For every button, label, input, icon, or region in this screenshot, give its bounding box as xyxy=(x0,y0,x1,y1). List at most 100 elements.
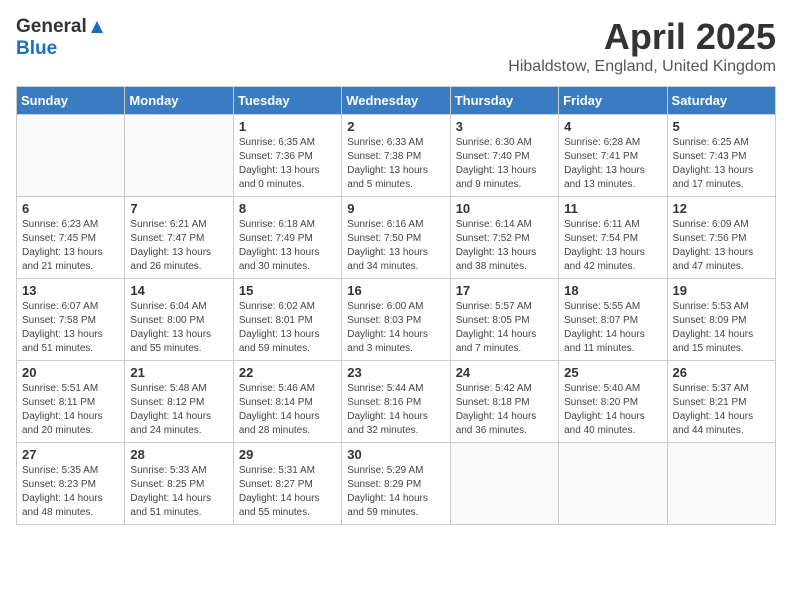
day-info: Sunrise: 5:51 AMSunset: 8:11 PMDaylight:… xyxy=(22,382,119,438)
week-row-3: 13Sunrise: 6:07 AMSunset: 7:58 PMDayligh… xyxy=(17,279,776,361)
calendar-cell: 6Sunrise: 6:23 AMSunset: 7:45 PMDaylight… xyxy=(17,197,125,279)
calendar-cell: 22 Sunrise: 5:46 AMSunset: 8:14 PMDayligh… xyxy=(233,361,341,443)
day-info: Sunrise: 5:31 AMSunset: 8:27 PMDaylight:… xyxy=(239,464,336,520)
day-number: 8 xyxy=(239,201,336,216)
calendar-subtitle: Hibaldstow, England, United Kingdom xyxy=(508,58,776,76)
day-number: 30 xyxy=(347,447,444,462)
day-number: 7 xyxy=(130,201,227,216)
day-info: Sunrise: 5:42 AMSunset: 8:18 PMDaylight:… xyxy=(456,382,553,438)
day-info: Sunrise: 5:57 AMSunset: 8:05 PMDaylight:… xyxy=(456,300,553,356)
calendar-cell: 29 Sunrise: 5:31 AMSunset: 8:27 PMDayligh… xyxy=(233,443,341,525)
day-number: 18 xyxy=(564,283,661,298)
week-row-5: 27 Sunrise: 5:35 AMSunset: 8:23 PMDayligh… xyxy=(17,443,776,525)
day-info: Sunrise: 5:44 AMSunset: 8:16 PMDaylight:… xyxy=(347,382,444,438)
day-info: Sunrise: 5:46 AMSunset: 8:14 PMDaylight:… xyxy=(239,382,336,438)
day-number: 5 xyxy=(673,119,770,134)
calendar-cell: 24Sunrise: 5:42 AMSunset: 8:18 PMDayligh… xyxy=(450,361,558,443)
day-number: 28 xyxy=(130,447,227,462)
day-info: Sunrise: 6:33 AMSunset: 7:38 PMDaylight:… xyxy=(347,136,444,192)
calendar-cell xyxy=(559,443,667,525)
calendar-cell: 3 Sunrise: 6:30 AMSunset: 7:40 PMDaylight… xyxy=(450,115,558,197)
day-number: 3 xyxy=(456,119,553,134)
calendar-cell: 7Sunrise: 6:21 AMSunset: 7:47 PMDaylight… xyxy=(125,197,233,279)
header-day-wednesday: Wednesday xyxy=(342,87,450,115)
calendar-title: April 2025 xyxy=(508,16,776,58)
day-number: 19 xyxy=(673,283,770,298)
day-number: 17 xyxy=(456,283,553,298)
calendar-cell: 27 Sunrise: 5:35 AMSunset: 8:23 PMDayligh… xyxy=(17,443,125,525)
day-info: Sunrise: 5:40 AMSunset: 8:20 PMDaylight:… xyxy=(564,382,661,438)
calendar-cell: 9 Sunrise: 6:16 AMSunset: 7:50 PMDaylight… xyxy=(342,197,450,279)
day-number: 14 xyxy=(130,283,227,298)
day-number: 27 xyxy=(22,447,119,462)
day-number: 22 xyxy=(239,365,336,380)
calendar-cell: 23 Sunrise: 5:44 AMSunset: 8:16 PMDayligh… xyxy=(342,361,450,443)
day-number: 1 xyxy=(239,119,336,134)
day-number: 20 xyxy=(22,365,119,380)
day-info: Sunrise: 6:11 AMSunset: 7:54 PMDaylight:… xyxy=(564,218,661,274)
calendar-body: 1 Sunrise: 6:35 AMSunset: 7:36 PMDaylight… xyxy=(17,115,776,525)
day-info: Sunrise: 6:18 AMSunset: 7:49 PMDaylight:… xyxy=(239,218,336,274)
header-row: SundayMondayTuesdayWednesdayThursdayFrid… xyxy=(17,87,776,115)
week-row-1: 1 Sunrise: 6:35 AMSunset: 7:36 PMDaylight… xyxy=(17,115,776,197)
logo-icon xyxy=(89,19,105,35)
calendar-cell: 14 Sunrise: 6:04 AMSunset: 8:00 PMDayligh… xyxy=(125,279,233,361)
calendar-cell: 12 Sunrise: 6:09 AMSunset: 7:56 PMDayligh… xyxy=(667,197,775,279)
title-section: April 2025 Hibaldstow, England, United K… xyxy=(508,16,776,76)
logo-general: General xyxy=(16,16,87,38)
day-info: Sunrise: 6:09 AMSunset: 7:56 PMDaylight:… xyxy=(673,218,770,274)
day-info: Sunrise: 5:53 AMSunset: 8:09 PMDaylight:… xyxy=(673,300,770,356)
calendar-cell: 8 Sunrise: 6:18 AMSunset: 7:49 PMDaylight… xyxy=(233,197,341,279)
calendar-cell xyxy=(450,443,558,525)
calendar-cell: 13Sunrise: 6:07 AMSunset: 7:58 PMDayligh… xyxy=(17,279,125,361)
day-info: Sunrise: 5:33 AMSunset: 8:25 PMDaylight:… xyxy=(130,464,227,520)
day-number: 29 xyxy=(239,447,336,462)
day-number: 4 xyxy=(564,119,661,134)
day-info: Sunrise: 5:35 AMSunset: 8:23 PMDaylight:… xyxy=(22,464,119,520)
calendar-cell: 4Sunrise: 6:28 AMSunset: 7:41 PMDaylight… xyxy=(559,115,667,197)
calendar-cell xyxy=(667,443,775,525)
day-info: Sunrise: 6:02 AMSunset: 8:01 PMDaylight:… xyxy=(239,300,336,356)
calendar-cell: 15 Sunrise: 6:02 AMSunset: 8:01 PMDayligh… xyxy=(233,279,341,361)
logo: General Blue xyxy=(16,16,105,60)
day-number: 25 xyxy=(564,365,661,380)
day-number: 6 xyxy=(22,201,119,216)
day-number: 15 xyxy=(239,283,336,298)
header-day-tuesday: Tuesday xyxy=(233,87,341,115)
calendar-cell: 1 Sunrise: 6:35 AMSunset: 7:36 PMDaylight… xyxy=(233,115,341,197)
header: General Blue April 2025 Hibaldstow, Engl… xyxy=(16,16,776,76)
day-info: Sunrise: 6:00 AMSunset: 8:03 PMDaylight:… xyxy=(347,300,444,356)
calendar-cell: 21Sunrise: 5:48 AMSunset: 8:12 PMDayligh… xyxy=(125,361,233,443)
header-day-thursday: Thursday xyxy=(450,87,558,115)
calendar-table: SundayMondayTuesdayWednesdayThursdayFrid… xyxy=(16,86,776,525)
calendar-cell: 5 Sunrise: 6:25 AMSunset: 7:43 PMDaylight… xyxy=(667,115,775,197)
calendar-header: SundayMondayTuesdayWednesdayThursdayFrid… xyxy=(17,87,776,115)
day-info: Sunrise: 6:30 AMSunset: 7:40 PMDaylight:… xyxy=(456,136,553,192)
day-number: 23 xyxy=(347,365,444,380)
calendar-cell: 18 Sunrise: 5:55 AMSunset: 8:07 PMDayligh… xyxy=(559,279,667,361)
day-info: Sunrise: 6:35 AMSunset: 7:36 PMDaylight:… xyxy=(239,136,336,192)
week-row-4: 20 Sunrise: 5:51 AMSunset: 8:11 PMDayligh… xyxy=(17,361,776,443)
day-info: Sunrise: 6:25 AMSunset: 7:43 PMDaylight:… xyxy=(673,136,770,192)
calendar-cell: 20 Sunrise: 5:51 AMSunset: 8:11 PMDayligh… xyxy=(17,361,125,443)
day-info: Sunrise: 6:04 AMSunset: 8:00 PMDaylight:… xyxy=(130,300,227,356)
day-info: Sunrise: 6:07 AMSunset: 7:58 PMDaylight:… xyxy=(22,300,119,356)
day-number: 16 xyxy=(347,283,444,298)
calendar-cell: 16 Sunrise: 6:00 AMSunset: 8:03 PMDayligh… xyxy=(342,279,450,361)
day-info: Sunrise: 6:16 AMSunset: 7:50 PMDaylight:… xyxy=(347,218,444,274)
header-day-monday: Monday xyxy=(125,87,233,115)
calendar-cell: 19 Sunrise: 5:53 AMSunset: 8:09 PMDayligh… xyxy=(667,279,775,361)
day-number: 9 xyxy=(347,201,444,216)
week-row-2: 6Sunrise: 6:23 AMSunset: 7:45 PMDaylight… xyxy=(17,197,776,279)
header-day-saturday: Saturday xyxy=(667,87,775,115)
calendar-cell xyxy=(17,115,125,197)
day-info: Sunrise: 5:55 AMSunset: 8:07 PMDaylight:… xyxy=(564,300,661,356)
calendar-cell: 10Sunrise: 6:14 AMSunset: 7:52 PMDayligh… xyxy=(450,197,558,279)
day-info: Sunrise: 6:14 AMSunset: 7:52 PMDaylight:… xyxy=(456,218,553,274)
calendar-cell: 28 Sunrise: 5:33 AMSunset: 8:25 PMDayligh… xyxy=(125,443,233,525)
logo-blue: Blue xyxy=(16,38,57,59)
day-number: 12 xyxy=(673,201,770,216)
calendar-cell: 26Sunrise: 5:37 AMSunset: 8:21 PMDayligh… xyxy=(667,361,775,443)
header-day-friday: Friday xyxy=(559,87,667,115)
calendar-cell: 30Sunrise: 5:29 AMSunset: 8:29 PMDayligh… xyxy=(342,443,450,525)
